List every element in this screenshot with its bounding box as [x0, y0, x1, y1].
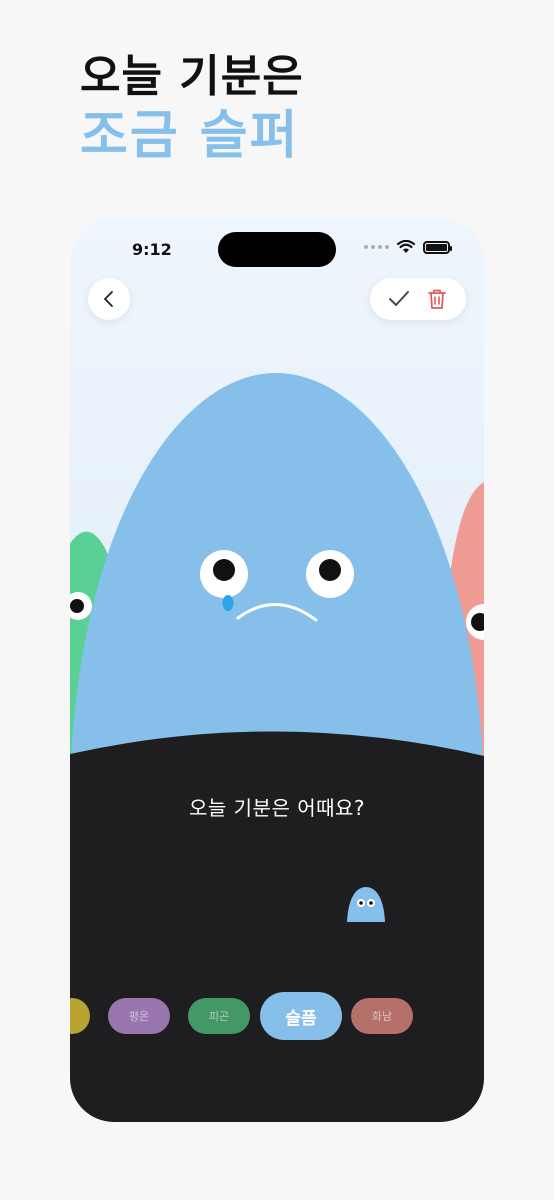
mood-chip-label: 평온 [128, 1010, 150, 1023]
dynamic-island [218, 232, 336, 267]
mood-chip[interactable]: 평온 [108, 998, 170, 1034]
confirm-button[interactable] [384, 284, 414, 314]
headline-line1: 오늘 기분은 [80, 51, 304, 102]
mood-chip[interactable] [70, 998, 90, 1034]
mood-selector: 평온 피곤 슬픔 화남 [70, 988, 484, 1048]
phone-frame: 9:12 오늘 기분은 어때요? 평온 피곤 슬픔 화남 [70, 218, 484, 1122]
tear-drop [222, 595, 234, 611]
main-eye-left-pupil [213, 559, 235, 581]
mood-chip-label: 피곤 [208, 1010, 230, 1023]
status-time: 9:12 [132, 240, 172, 259]
cellular-signal-icon [364, 245, 389, 249]
delete-button[interactable] [422, 284, 452, 314]
battery-icon [423, 240, 452, 254]
mood-chip[interactable]: 화남 [351, 998, 413, 1034]
chevron-left-icon [104, 291, 113, 307]
dark-panel [70, 731, 484, 1122]
mood-question: 오늘 기분은 어때요? [188, 796, 366, 820]
main-eye-right-pupil [319, 559, 341, 581]
mood-scene [70, 373, 484, 1122]
trash-icon [428, 289, 446, 309]
mini-character-indicator [347, 887, 385, 922]
side-character-left-eye-pupil [70, 599, 84, 613]
wifi-icon [397, 240, 415, 253]
status-icons [364, 240, 452, 254]
mood-chip-label: 화남 [371, 1010, 393, 1023]
back-button[interactable] [88, 278, 130, 320]
action-pill [370, 278, 466, 320]
headline: 오늘 기분은 조금 슬퍼 [80, 50, 304, 168]
mood-chip-label: 슬픔 [285, 1008, 317, 1029]
headline-line2: 조금 슬퍼 [80, 106, 300, 166]
checkmark-icon [389, 291, 409, 306]
mood-chip[interactable]: 슬픔 [260, 992, 342, 1040]
main-mood-character [70, 373, 484, 778]
mood-chip[interactable]: 피곤 [188, 998, 250, 1034]
